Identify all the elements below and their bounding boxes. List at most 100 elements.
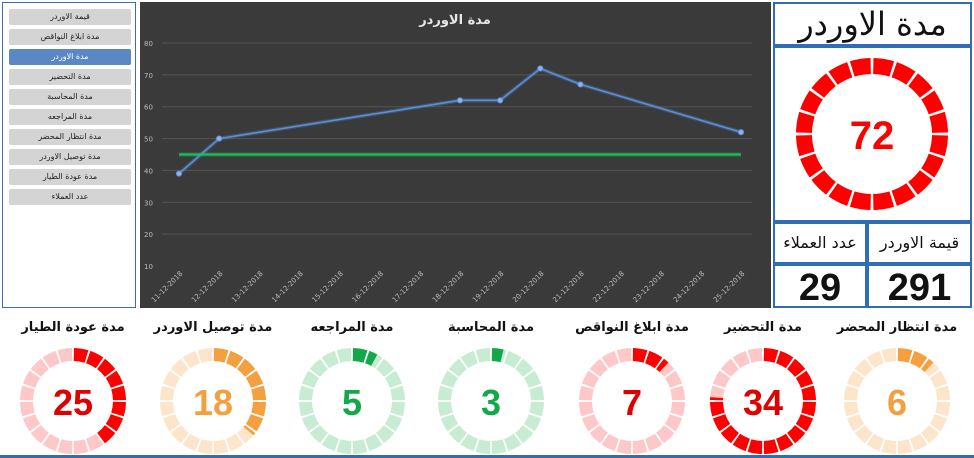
- gauge-segment: [491, 439, 507, 454]
- customers-label-box: عدد العملاء: [773, 222, 867, 264]
- gauge-segment: [747, 348, 763, 363]
- gauge-segment: [213, 348, 229, 363]
- gauge-segment: [873, 191, 895, 210]
- gauge-segment: [908, 170, 933, 195]
- gauge-segment: [73, 439, 89, 454]
- gauge-segment: [111, 401, 126, 417]
- donut-gauge: 5: [299, 348, 405, 454]
- slicer-item[interactable]: مدة الاوردر: [9, 49, 131, 65]
- gauge-segment: [935, 401, 950, 417]
- gauge-segment: [57, 348, 73, 363]
- gauge-segment: [299, 385, 314, 401]
- gauge-segment: [801, 385, 816, 401]
- order-duration-chart: مدة الاوردر 10 20 30 40 50 60 70 80 11-12-2018 12-…: [140, 2, 771, 308]
- gauge-segment: [811, 73, 836, 98]
- gauge-value: 7: [622, 382, 642, 423]
- x-tick-label: 13-12-2018: [230, 270, 264, 304]
- gauge-segment: [579, 401, 594, 417]
- gauge-segment: [763, 439, 779, 454]
- gauge-title: مدة عودة الطيار: [21, 320, 125, 335]
- gauge-segment: [929, 135, 948, 157]
- slicer-item[interactable]: مدة المحاسبة: [9, 89, 131, 105]
- donut-gauge: 34: [710, 348, 816, 454]
- gauge-segment: [881, 348, 897, 363]
- gauge-segment: [197, 348, 213, 363]
- gauge-segment: [763, 348, 779, 363]
- line-chart-svg: مدة الاوردر 10 20 30 40 50 60 70 80 11-12-2018 12-…: [144, 13, 752, 304]
- gauge-segment: [529, 401, 544, 417]
- data-point: [456, 97, 464, 104]
- gauge-segment: [844, 401, 859, 417]
- gauge-title: مدة المحاسبة: [447, 320, 535, 335]
- x-tick-label: 20-12-2018: [511, 270, 545, 304]
- kpi-value: 72: [850, 114, 895, 158]
- gauge-title: مدة التحضير: [724, 320, 802, 335]
- gauge-value: 25: [53, 382, 93, 423]
- donut-gauge: 18: [160, 348, 266, 454]
- x-tick-label: 14-12-2018: [270, 270, 304, 304]
- gauge-title: مدة المراجعه: [310, 320, 394, 335]
- customers-value: 29: [798, 267, 842, 309]
- y-tick-label: 20: [144, 231, 153, 239]
- gauge-segment: [336, 439, 352, 454]
- gauge-value: 34: [743, 382, 783, 423]
- gauge-segment: [811, 170, 836, 195]
- x-tick-label: 21-12-2018: [551, 270, 585, 304]
- gauge-segment: [935, 385, 950, 401]
- donut-gauge: 25: [20, 348, 126, 454]
- order-value-box: 291: [867, 264, 972, 309]
- gauge-segment: [160, 385, 175, 401]
- x-tick-label: 11-12-2018: [150, 270, 184, 304]
- gauge-segment: [73, 348, 89, 363]
- gauge-segment: [160, 401, 175, 417]
- gauge-value: 18: [193, 382, 233, 423]
- slicer-item[interactable]: مدة انتظار المحضر: [9, 129, 131, 145]
- x-tick-label: 16-12-2018: [351, 270, 385, 304]
- gauge-segment: [801, 401, 816, 417]
- slicer-item[interactable]: مدة المراجعه: [9, 109, 131, 125]
- gauge-segment: [632, 439, 648, 454]
- gauge-segment: [796, 111, 815, 133]
- x-tick-label: 24-12-2018: [672, 270, 706, 304]
- gauge-segment: [881, 439, 897, 454]
- x-tick-label: 18-12-2018: [431, 270, 465, 304]
- slicer-item[interactable]: مدة توصيل الاوردر: [9, 149, 131, 165]
- gauge-segment: [197, 439, 213, 454]
- gauge-segment: [670, 401, 685, 417]
- gauge-segment: [796, 135, 815, 157]
- donut-gauge: 6: [844, 348, 950, 454]
- gauge-segment: [251, 385, 266, 401]
- slicer-item[interactable]: مدة عودة الطيار: [9, 169, 131, 185]
- data-point: [537, 65, 544, 72]
- y-tick-label: 10: [144, 263, 153, 271]
- data-point: [737, 129, 745, 136]
- slicer-item[interactable]: مدة ابلاغ النواقص: [9, 29, 131, 45]
- gauge-segment: [475, 439, 491, 454]
- gauge-segment: [529, 385, 544, 401]
- y-tick-label: 80: [144, 40, 153, 48]
- x-tick-label: 25-12-2018: [712, 270, 746, 304]
- donut-gauge: 3: [438, 348, 544, 454]
- gauge-title: مدة ابلاغ النواقص: [575, 320, 689, 335]
- gauge-title: مدة انتظار المحضر: [836, 320, 958, 335]
- gauge-segment: [897, 348, 913, 363]
- gauge-segment: [670, 385, 685, 401]
- gauge-segment: [20, 401, 35, 417]
- customers-value-box: 29: [773, 264, 867, 309]
- metric-slicer: قيمة الاوردر مدة ابلاغ النواقص مدة الاوردر…: [2, 2, 136, 308]
- slicer-item[interactable]: عدد العملاء: [9, 189, 131, 205]
- gauge-segment: [213, 439, 229, 454]
- kpi-title: مدة الاوردر: [798, 5, 947, 43]
- slicer-item[interactable]: قيمة الاوردر: [9, 9, 131, 25]
- y-tick-label: 60: [144, 104, 153, 112]
- gauge-segment: [929, 111, 948, 133]
- gauge-value: 6: [887, 382, 907, 423]
- x-tick-label: 22-12-2018: [592, 270, 626, 304]
- gauge-segment: [251, 401, 266, 417]
- gauge-segment: [390, 401, 405, 417]
- order-value-label-box: قيمة الاوردر: [867, 222, 972, 264]
- x-tick-label: 19-12-2018: [471, 270, 505, 304]
- chart-title: مدة الاوردر: [418, 13, 491, 28]
- gauge-segment: [57, 439, 73, 454]
- slicer-item[interactable]: مدة التحضير: [9, 69, 131, 85]
